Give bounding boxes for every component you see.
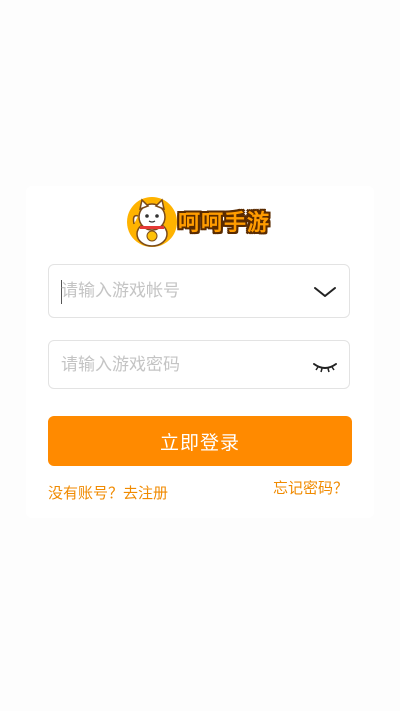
forgot-password-link[interactable]: 忘记密码？: [273, 477, 348, 498]
lucky-cat-icon: [127, 197, 177, 247]
eye-closed-icon[interactable]: [311, 356, 339, 376]
account-input[interactable]: [61, 265, 301, 317]
account-field[interactable]: [48, 264, 350, 318]
app-logo-text: 呵呵手游: [178, 211, 271, 236]
app-logo: 呵呵手游: [126, 194, 276, 250]
login-button[interactable]: 立即登录: [48, 416, 352, 466]
password-input[interactable]: [61, 341, 301, 388]
password-field[interactable]: [48, 340, 350, 389]
chevron-down-icon[interactable]: [311, 282, 339, 302]
register-link[interactable]: 没有账号？去注册: [48, 482, 168, 503]
